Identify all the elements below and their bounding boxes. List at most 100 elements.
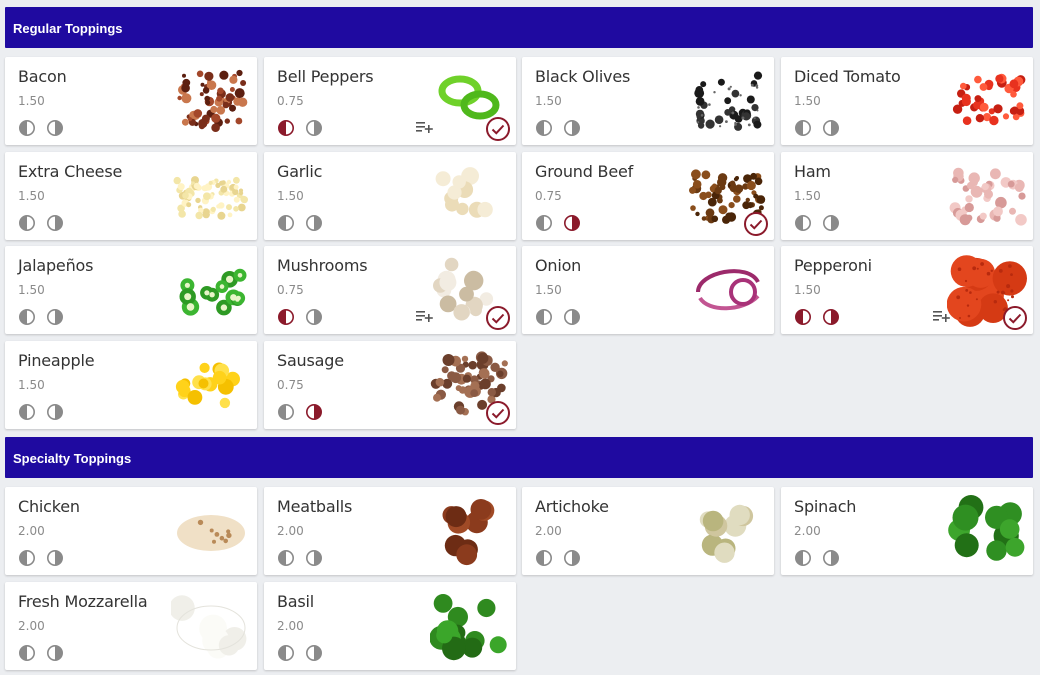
topping-price: 2.00 — [18, 618, 45, 633]
left-half-icon[interactable] — [535, 308, 553, 326]
left-half-icon[interactable] — [277, 214, 295, 232]
left-half-icon[interactable] — [18, 403, 36, 421]
topping-price: 0.75 — [277, 377, 304, 392]
left-half-icon[interactable] — [794, 214, 812, 232]
right-half-icon[interactable] — [46, 308, 64, 326]
topping-card[interactable]: Pepperoni 1.50 — [781, 246, 1033, 334]
topping-name: Fresh Mozzarella — [18, 591, 148, 611]
left-half-icon[interactable] — [18, 308, 36, 326]
topping-card[interactable]: Sausage 0.75 — [264, 340, 516, 429]
topping-name: Meatballs — [277, 497, 353, 516]
right-half-icon[interactable] — [822, 119, 840, 137]
left-half-icon[interactable] — [794, 308, 812, 326]
right-half-icon[interactable] — [46, 214, 64, 232]
topping-card[interactable]: Ham 1.50 — [781, 151, 1033, 240]
meatballs-image — [430, 493, 510, 569]
right-half-icon[interactable] — [305, 214, 323, 232]
right-half-icon[interactable] — [563, 549, 581, 567]
left-half-icon[interactable] — [277, 119, 295, 137]
right-half-icon[interactable] — [305, 403, 323, 421]
basil-image — [429, 588, 510, 664]
playlist-add-icon[interactable] — [933, 310, 951, 324]
topping-price: 1.50 — [18, 377, 45, 392]
right-half-icon[interactable] — [46, 119, 64, 137]
left-half-icon[interactable] — [535, 549, 553, 567]
topping-card[interactable]: Artichoke 2.00 — [522, 487, 774, 575]
topping-card[interactable]: Jalapeños 1.50 — [5, 246, 257, 334]
playlist-add-icon[interactable] — [416, 310, 434, 324]
topping-name: Bacon — [18, 67, 67, 86]
topping-card[interactable]: Chicken 2.00 — [5, 487, 257, 575]
topping-card[interactable]: Spinach 2.00 — [781, 487, 1033, 575]
topping-name: Diced Tomato — [794, 67, 901, 86]
section-header-specialty: Specialty Toppings — [5, 437, 1033, 478]
left-half-icon[interactable] — [794, 119, 812, 137]
check-circle-icon[interactable] — [486, 306, 510, 330]
topping-card[interactable]: Garlic 1.50 — [264, 151, 516, 240]
right-half-icon[interactable] — [305, 549, 323, 567]
topping-card[interactable]: Bacon 1.50 — [5, 57, 257, 145]
check-circle-icon[interactable] — [486, 117, 510, 141]
right-half-icon[interactable] — [563, 119, 581, 137]
topping-name: Ham — [794, 161, 831, 181]
ham-image — [947, 158, 1027, 234]
spinach-image — [947, 493, 1027, 569]
topping-price: 1.50 — [794, 283, 821, 297]
section-header-regular: Regular Toppings — [5, 7, 1033, 48]
jalapenos-image — [171, 252, 251, 328]
left-half-icon[interactable] — [18, 644, 36, 662]
right-half-icon[interactable] — [822, 214, 840, 232]
topping-price: 1.50 — [535, 283, 562, 297]
topping-price: 1.50 — [18, 188, 45, 203]
topping-name: Bell Peppers — [277, 67, 374, 86]
left-half-icon[interactable] — [535, 119, 553, 137]
right-half-icon[interactable] — [563, 214, 581, 232]
topping-card[interactable]: Mushrooms 0.75 — [264, 246, 516, 334]
topping-card[interactable]: Basil 2.00 — [264, 581, 516, 670]
chicken-image — [171, 493, 251, 569]
topping-price: 2.00 — [277, 618, 304, 633]
onion-image — [688, 252, 768, 328]
right-half-icon[interactable] — [46, 403, 64, 421]
topping-card[interactable]: Diced Tomato 1.50 — [781, 57, 1033, 145]
right-half-icon[interactable] — [46, 549, 64, 567]
check-circle-icon[interactable] — [486, 400, 510, 425]
topping-card[interactable]: Pineapple 1.50 — [5, 340, 257, 429]
topping-name: Jalapeños — [18, 256, 94, 275]
topping-card[interactable]: Bell Peppers 0.75 — [264, 57, 516, 145]
topping-name: Black Olives — [535, 67, 631, 86]
playlist-add-icon[interactable] — [416, 121, 434, 135]
black-olives-image — [688, 63, 768, 139]
topping-name: Pepperoni — [794, 256, 872, 275]
topping-card[interactable]: Fresh Mozzarella 2.00 — [5, 581, 257, 670]
topping-card[interactable]: Black Olives 1.50 — [522, 57, 774, 145]
topping-card[interactable]: Meatballs 2.00 — [264, 487, 516, 575]
check-circle-icon[interactable] — [744, 211, 768, 236]
check-circle-icon[interactable] — [1003, 306, 1027, 330]
topping-name: Artichoke — [535, 497, 609, 516]
left-half-icon[interactable] — [794, 549, 812, 567]
right-half-icon[interactable] — [305, 308, 323, 326]
extra-cheese-image — [171, 158, 251, 234]
right-half-icon[interactable] — [305, 119, 323, 137]
topping-name: Ground Beef — [535, 161, 634, 181]
right-half-icon[interactable] — [305, 644, 323, 662]
right-half-icon[interactable] — [46, 644, 64, 662]
left-half-icon[interactable] — [18, 549, 36, 567]
left-half-icon[interactable] — [277, 549, 295, 567]
left-half-icon[interactable] — [535, 214, 553, 232]
right-half-icon[interactable] — [822, 308, 840, 326]
topping-card[interactable]: Extra Cheese 1.50 — [5, 151, 257, 240]
topping-card[interactable]: Onion 1.50 — [522, 246, 774, 334]
left-half-icon[interactable] — [277, 308, 295, 326]
topping-price: 1.50 — [794, 188, 821, 203]
left-half-icon[interactable] — [277, 644, 295, 662]
topping-price: 2.00 — [277, 524, 304, 538]
left-half-icon[interactable] — [18, 119, 36, 137]
left-half-icon[interactable] — [277, 403, 295, 421]
left-half-icon[interactable] — [18, 214, 36, 232]
topping-card[interactable]: Ground Beef 0.75 — [522, 151, 774, 240]
topping-price: 1.50 — [794, 94, 821, 108]
right-half-icon[interactable] — [563, 308, 581, 326]
right-half-icon[interactable] — [822, 549, 840, 567]
